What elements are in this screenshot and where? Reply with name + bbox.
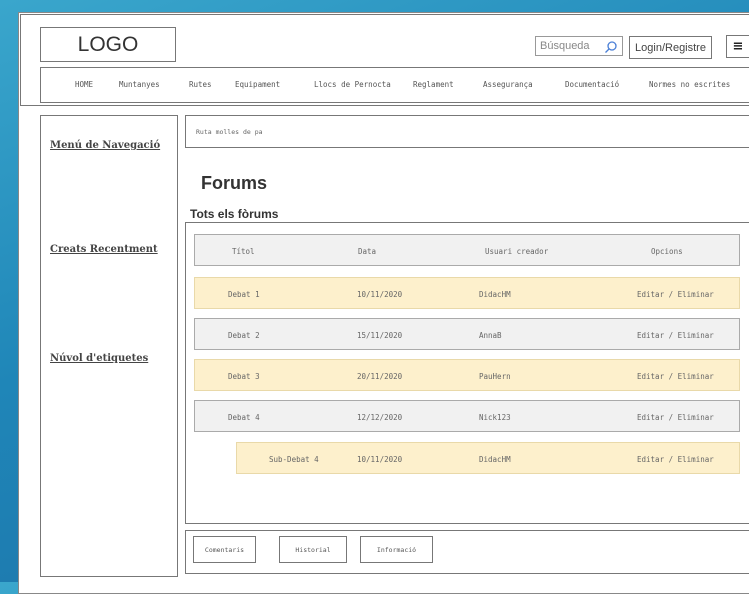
nav-item-equipament[interactable]: Equipament: [235, 80, 280, 89]
nav-item-rutes[interactable]: Rutes: [189, 80, 212, 89]
row-options[interactable]: Editar / Eliminar: [637, 290, 714, 299]
column-header-usuari[interactable]: Usuari creador: [485, 247, 548, 256]
tab-historial[interactable]: Historial: [279, 536, 347, 563]
table-row[interactable]: Debat 3 20/11/2020 PauHern Editar / Elim…: [194, 359, 740, 391]
breadcrumb-text: Ruta molles de pa: [196, 127, 263, 136]
logo[interactable]: LOGO: [40, 27, 176, 62]
row-user: DidacHM: [479, 290, 511, 299]
row-date: 10/11/2020: [357, 290, 403, 299]
page-title: Forums: [201, 173, 268, 193]
row-options[interactable]: Editar / Eliminar: [637, 331, 714, 340]
section-subtitle: Tots els fòrums: [190, 207, 279, 221]
row-title[interactable]: Sub-Debat 4: [269, 455, 319, 464]
row-user: AnnaB: [479, 331, 502, 340]
nav-item-llocs-de-pernocta[interactable]: Llocs de Pernocta: [314, 80, 391, 89]
login-register-button[interactable]: Login/Registre: [629, 36, 712, 59]
row-date: 15/11/2020: [357, 331, 403, 340]
column-header-opcions: Opcions: [651, 247, 683, 256]
nav-item-muntanyes[interactable]: Muntanyes: [119, 80, 160, 89]
search-placeholder: Búsqueda: [540, 40, 590, 52]
row-options[interactable]: Editar / Eliminar: [637, 455, 714, 464]
row-date: 10/11/2020: [357, 455, 403, 464]
hamburger-menu-icon[interactable]: ≡: [726, 35, 749, 58]
search-icon[interactable]: [604, 40, 618, 54]
sidebar-item-nuvol-etiquetes[interactable]: Núvol d'etiquetes: [50, 353, 148, 364]
breadcrumb[interactable]: Ruta molles de pa: [185, 115, 749, 148]
row-title[interactable]: Debat 3: [228, 372, 260, 381]
search-input[interactable]: Búsqueda: [535, 36, 623, 56]
row-title[interactable]: Debat 4: [228, 413, 260, 422]
nav-item-asseguranca[interactable]: Assegurança: [483, 80, 533, 89]
bottom-toolbar: [185, 530, 749, 574]
row-options[interactable]: Editar / Eliminar: [637, 372, 714, 381]
table-row-nested[interactable]: Sub-Debat 4 10/11/2020 DidacHM Editar / …: [236, 442, 740, 474]
nav-item-normes-no-escrites[interactable]: Normes no escrites: [649, 80, 730, 89]
tab-comentaris[interactable]: Comentaris: [193, 536, 256, 563]
row-options[interactable]: Editar / Eliminar: [637, 413, 714, 422]
nav-item-reglament[interactable]: Reglament: [413, 80, 454, 89]
column-header-titol[interactable]: Títol: [232, 247, 255, 256]
row-date: 12/12/2020: [357, 413, 403, 422]
nav-item-documentacio[interactable]: Documentació: [565, 80, 619, 89]
row-title[interactable]: Debat 1: [228, 290, 260, 299]
table-row[interactable]: Debat 2 15/11/2020 AnnaB Editar / Elimin…: [194, 318, 740, 350]
sidebar: Menú de Navegació Creats Recentment Núvo…: [40, 115, 178, 577]
row-user: DidacHM: [479, 455, 511, 464]
table-row[interactable]: Debat 4 12/12/2020 Nick123 Editar / Elim…: [194, 400, 740, 432]
sidebar-item-creats-recentment[interactable]: Creats Recentment: [50, 244, 158, 255]
tab-informacio[interactable]: Informació: [360, 536, 433, 563]
column-header-data[interactable]: Data: [358, 247, 376, 256]
row-user: PauHern: [479, 372, 511, 381]
row-title[interactable]: Debat 2: [228, 331, 260, 340]
table-row[interactable]: Debat 1 10/11/2020 DidacHM Editar / Elim…: [194, 277, 740, 309]
sidebar-item-menu-navegacio[interactable]: Menú de Navegació: [50, 140, 160, 151]
nav-item-home[interactable]: HOME: [75, 80, 93, 89]
table-header-row: Títol Data Usuari creador Opcions: [194, 234, 740, 266]
top-nav: HOME Muntanyes Rutes Equipament Llocs de…: [40, 67, 749, 103]
row-date: 20/11/2020: [357, 372, 403, 381]
row-user: Nick123: [479, 413, 511, 422]
